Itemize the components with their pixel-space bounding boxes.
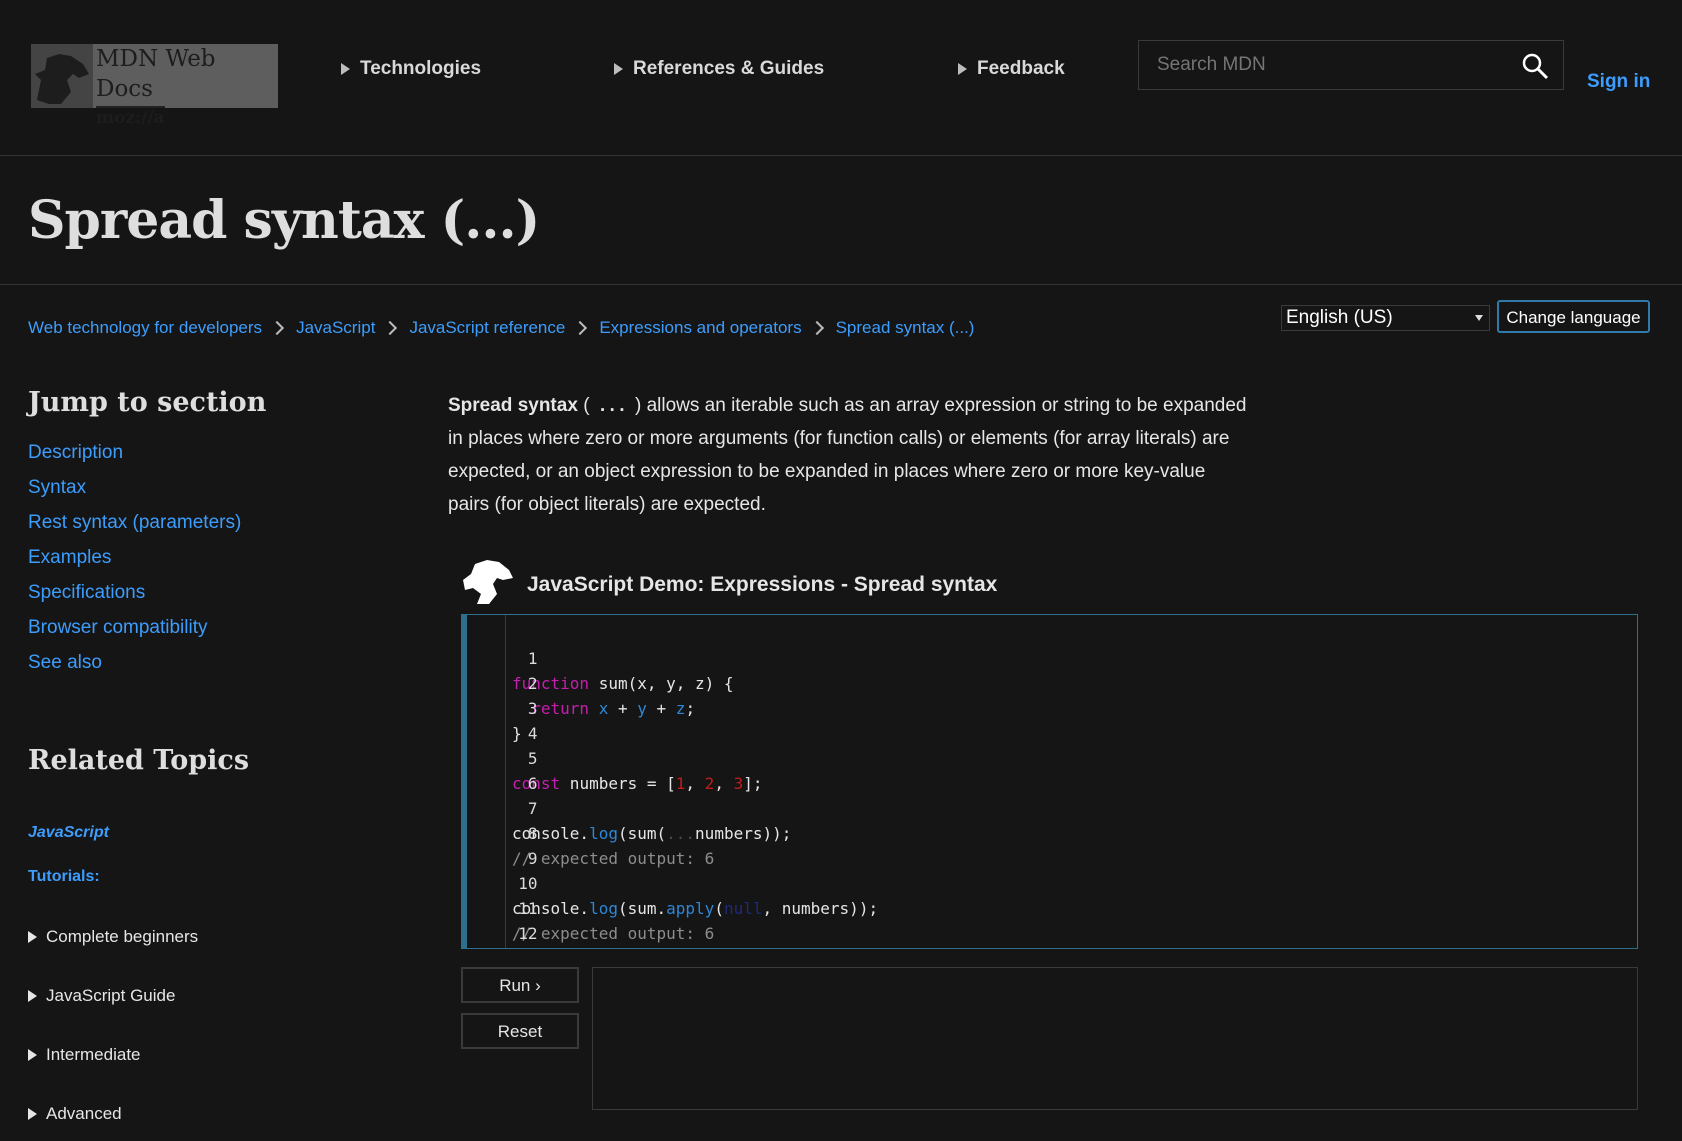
code-text: // expected output: 6 — [512, 849, 715, 868]
code-editor[interactable]: 1 function sum(x, y, z) { 2 return x + y… — [461, 614, 1638, 949]
reset-button[interactable]: Reset — [461, 1013, 579, 1049]
disclosure-triangle-icon — [614, 63, 623, 75]
disclosure-triangle-icon — [958, 63, 967, 75]
code-text: return x + y + z; — [531, 699, 696, 718]
toc-link-specifications[interactable]: Specifications — [28, 582, 241, 617]
code-line: 1 function sum(x, y, z) { — [467, 621, 734, 693]
tutorial-complete-beginners[interactable]: Complete beginners — [28, 927, 198, 947]
nav-references-guides[interactable]: References & Guides — [614, 58, 824, 80]
intro-term: Spread syntax — [448, 395, 578, 416]
toc-link-see-also[interactable]: See also — [28, 652, 241, 687]
code-line: 3 } — [467, 671, 538, 743]
chevron-right-icon — [573, 320, 588, 336]
line-number: 9 — [527, 849, 538, 868]
code-text: // expected output: 6 — [512, 924, 715, 943]
dropdown-arrow-icon — [1475, 315, 1483, 321]
open-paren: ( — [583, 395, 590, 416]
breadcrumb-link[interactable]: Web technology for developers — [28, 318, 262, 338]
code-text: console.log(sum(...numbers)); — [512, 824, 792, 843]
section-list: Description Syntax Rest syntax (paramete… — [28, 442, 241, 687]
change-language-button[interactable]: Change language — [1497, 300, 1650, 333]
chevron-right-icon — [269, 320, 285, 336]
sign-in-link[interactable]: Sign in — [1587, 71, 1650, 93]
code-line: 5 const numbers = [1, 2, 3]; — [467, 721, 762, 793]
dinosaur-icon — [463, 560, 513, 604]
breadcrumb-link[interactable]: JavaScript reference — [409, 318, 565, 338]
code-line: 12 — [467, 896, 537, 943]
mozilla-text: moz://a — [96, 106, 165, 128]
line-number: 6 — [527, 774, 538, 793]
related-topics-heading: Related Topics — [28, 745, 250, 776]
related-javascript-link[interactable]: JavaScript — [28, 824, 109, 842]
disclosure-triangle-icon — [28, 1108, 37, 1120]
logo-text: MDN Web Docs — [96, 46, 216, 102]
code-text: function sum(x, y, z) { — [512, 674, 734, 693]
code-line: 11 // expected output: 6 — [467, 871, 714, 943]
chevron-right-icon — [383, 320, 398, 336]
nav-label: References & Guides — [633, 58, 825, 79]
line-number: 8 — [527, 824, 538, 843]
spread-code: ... — [597, 396, 627, 415]
tutorial-advanced[interactable]: Advanced — [28, 1104, 122, 1124]
code-line: 6 — [467, 746, 538, 793]
code-line: 7 console.log(sum(...numbers)); — [467, 771, 791, 843]
line-number: 12 — [518, 924, 538, 943]
tutorial-intermediate[interactable]: Intermediate — [28, 1045, 141, 1065]
search-input[interactable] — [1155, 53, 1489, 77]
breadcrumb-current[interactable]: Spread syntax (...) — [836, 318, 975, 338]
code-text: const numbers = [1, 2, 3]; — [512, 774, 763, 793]
tutorial-label: Intermediate — [46, 1045, 141, 1064]
breadcrumb: Web technology for developers JavaScript… — [28, 318, 974, 338]
nav-label: Technologies — [360, 58, 482, 79]
tutorials-label: Tutorials: — [28, 868, 100, 885]
tutorial-javascript-guide[interactable]: JavaScript Guide — [28, 986, 175, 1006]
dinosaur-logo-icon — [31, 44, 93, 108]
toc-link-rest-syntax[interactable]: Rest syntax (parameters) — [28, 512, 241, 547]
tutorial-label: Complete beginners — [46, 927, 199, 946]
demo-title: JavaScript Demo: Expressions - Spread sy… — [527, 573, 998, 596]
line-number: 4 — [527, 724, 538, 743]
toc-link-examples[interactable]: Examples — [28, 547, 241, 582]
toc-link-syntax[interactable]: Syntax — [28, 477, 241, 512]
nav-feedback[interactable]: Feedback — [958, 58, 1065, 80]
line-number: 3 — [527, 699, 538, 718]
line-number: 5 — [527, 749, 538, 768]
intro-paragraph: Spread syntax ( ... ) allows an iterable… — [448, 389, 1248, 521]
disclosure-triangle-icon — [28, 990, 37, 1002]
code-line: 10 console.log(sum.apply(null, numbers))… — [467, 846, 878, 918]
disclosure-triangle-icon — [341, 63, 350, 75]
jump-to-section-heading: Jump to section — [28, 387, 267, 418]
language-select[interactable]: English (US) — [1281, 305, 1490, 331]
nav-technologies[interactable]: Technologies — [341, 58, 481, 80]
toc-link-browser-compatibility[interactable]: Browser compatibility — [28, 617, 241, 652]
search-icon[interactable] — [1521, 52, 1549, 80]
nav-label: Feedback — [977, 58, 1065, 79]
line-number: 11 — [518, 899, 538, 918]
code-line: 8 // expected output: 6 — [467, 796, 714, 868]
line-number: 1 — [527, 649, 538, 668]
breadcrumb-link[interactable]: Expressions and operators — [599, 318, 801, 338]
tutorial-label: JavaScript Guide — [46, 986, 176, 1005]
line-number: 7 — [527, 799, 538, 818]
code-line: 4 — [467, 696, 538, 743]
search-box — [1138, 40, 1564, 90]
line-number: 10 — [518, 874, 538, 893]
chevron-right-icon — [809, 320, 824, 336]
breadcrumb-link[interactable]: JavaScript — [296, 318, 375, 338]
run-button[interactable]: Run › — [461, 967, 579, 1003]
line-number: 2 — [527, 674, 538, 693]
code-text: console.log(sum.apply(null, numbers)); — [512, 899, 879, 918]
disclosure-triangle-icon — [28, 931, 37, 943]
tutorial-label: Advanced — [46, 1104, 122, 1123]
mdn-logo[interactable]: MDN Web Docs moz://a — [31, 44, 278, 128]
language-selected: English (US) — [1286, 307, 1393, 328]
disclosure-triangle-icon — [28, 1049, 37, 1061]
console-output — [592, 967, 1638, 1110]
code-line: 9 — [467, 821, 538, 868]
code-line: 2 return x + y + z; — [467, 646, 695, 718]
page-title: Spread syntax (...) — [28, 190, 540, 251]
toc-link-description[interactable]: Description — [28, 442, 241, 477]
